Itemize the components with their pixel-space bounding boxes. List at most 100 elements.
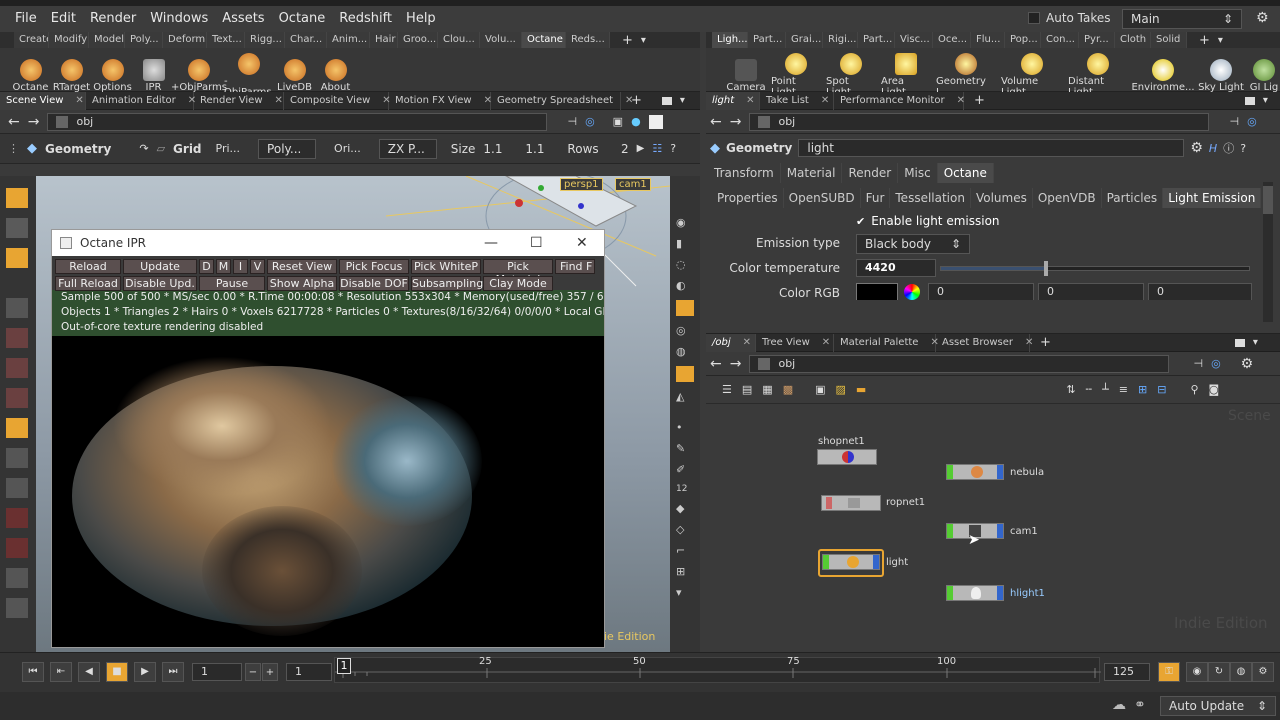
shelf-tab-volume[interactable]: Volu... xyxy=(480,32,522,48)
tab-properties[interactable]: Properties xyxy=(712,188,784,208)
timeline-ruler[interactable]: 1 25 50 75 100 xyxy=(334,656,1101,683)
draw-icon[interactable]: ✎ xyxy=(676,442,694,455)
start-frame-field[interactable]: 1 xyxy=(286,663,332,681)
tool-options[interactable]: Options xyxy=(92,56,133,93)
render-flag-icon[interactable] xyxy=(997,465,1003,479)
close-icon[interactable]: ✕ xyxy=(275,92,283,110)
pane-menu-icon[interactable]: ▾ xyxy=(1253,337,1258,348)
menu-render[interactable]: Render xyxy=(83,6,143,32)
tool-gi-light[interactable]: GI Lig xyxy=(1249,56,1279,93)
node-ropnet[interactable] xyxy=(821,495,881,511)
tab-render[interactable]: Render xyxy=(842,163,899,183)
sphere-icon[interactable]: ● xyxy=(631,115,641,128)
align-icon[interactable]: ⇅ xyxy=(1066,383,1075,396)
shelf-tab-pyro[interactable]: Pyr... xyxy=(1079,32,1115,48)
tab-render-view[interactable]: Render View ✕ xyxy=(194,91,284,110)
shelf-tab-redshift[interactable]: Reds... xyxy=(566,32,610,48)
rows-field[interactable]: 2 xyxy=(607,142,629,156)
rotate-tool-icon[interactable] xyxy=(6,358,28,378)
size-x-field[interactable]: 1.1 xyxy=(483,142,517,156)
close-icon[interactable]: ✕ xyxy=(957,92,965,110)
slider-handle[interactable] xyxy=(1043,261,1048,276)
light-display-icon[interactable]: ◌ xyxy=(676,258,694,271)
play-reverse-icon[interactable]: ◀ xyxy=(78,662,100,682)
cloud-icon[interactable]: ☁ xyxy=(1112,697,1126,713)
key-icon[interactable]: ⚿ xyxy=(1158,662,1180,682)
background-swatch-icon[interactable] xyxy=(648,114,663,129)
tool-environment-light[interactable]: Environme... xyxy=(1131,56,1195,93)
play-icon[interactable]: ▶ xyxy=(134,662,156,682)
prev-key-icon[interactable]: ⇤ xyxy=(50,662,72,682)
checkmark-icon[interactable]: ✔ xyxy=(856,215,865,228)
tab-opensubd[interactable]: OpenSUBD xyxy=(783,188,861,208)
back-icon[interactable]: ← xyxy=(710,356,722,372)
close-icon[interactable]: ✕ xyxy=(743,334,751,352)
display-flag-icon[interactable] xyxy=(947,586,953,600)
reload-button[interactable]: Reload xyxy=(55,259,121,274)
add-tab-icon[interactable]: + xyxy=(1040,335,1051,350)
clay-mode-button[interactable]: Clay Mode xyxy=(483,276,553,291)
pin-icon[interactable]: ⊣ xyxy=(567,115,577,128)
tool-camera[interactable]: Camera xyxy=(726,56,766,93)
tab-performance-monitor[interactable]: Performance Monitor ✕ xyxy=(834,91,965,110)
shelf-tab-container[interactable]: Con... xyxy=(1041,32,1079,48)
pick-material-button[interactable]: Pick Material xyxy=(483,259,553,286)
link-icon[interactable]: ◎ xyxy=(585,115,595,128)
ipr-render-image[interactable] xyxy=(52,336,604,647)
shelf-right-add-icon[interactable]: + xyxy=(1199,33,1210,48)
menu-octane[interactable]: Octane xyxy=(272,6,333,32)
jump-start-icon[interactable]: ⏮ xyxy=(22,662,44,682)
close-icon[interactable]: ✕ xyxy=(821,92,829,110)
snap-tool-icon[interactable] xyxy=(6,448,28,468)
primitive-type-select[interactable]: Poly... xyxy=(258,138,317,159)
shelf-tab-particles[interactable]: Part... xyxy=(748,32,786,48)
back-icon[interactable]: ← xyxy=(710,114,722,130)
tab-transform[interactable]: Transform xyxy=(708,163,781,183)
camera-frame-icon[interactable]: ◙ xyxy=(1209,383,1220,396)
menu-edit[interactable]: Edit xyxy=(44,6,83,32)
forward-icon[interactable]: → xyxy=(730,356,742,372)
toolbar-options-icon[interactable]: ☷ xyxy=(652,142,662,155)
lighting-toggle-icon[interactable] xyxy=(676,300,694,316)
timeline-settings-icon[interactable]: ⚙ xyxy=(1252,662,1274,682)
details-icon[interactable]: ▦ xyxy=(762,383,772,396)
shelf-tab-part-fluid[interactable]: Part... xyxy=(858,32,895,48)
help-icon[interactable]: ? xyxy=(1240,142,1246,155)
scale-tool-icon[interactable] xyxy=(6,388,28,408)
frame-increment-icon[interactable]: + xyxy=(262,663,278,681)
render-flag-icon[interactable] xyxy=(997,524,1003,538)
color-temperature-slider[interactable] xyxy=(940,261,1250,276)
size-y-field[interactable]: 1.1 xyxy=(525,142,559,156)
tab-take-list[interactable]: Take List ✕ xyxy=(760,91,834,110)
close-icon[interactable]: ✕ xyxy=(822,334,830,352)
end-frame-field[interactable]: 125 xyxy=(1104,663,1150,681)
camera-view-icon[interactable]: ◭ xyxy=(676,390,694,403)
stack-layout-icon[interactable]: ≡ xyxy=(1119,383,1128,396)
magnet-tool-icon[interactable] xyxy=(6,508,28,528)
shelf-tab-modify[interactable]: Modify xyxy=(49,32,89,48)
maximize-pane-icon[interactable] xyxy=(1234,338,1245,347)
forward-icon[interactable]: → xyxy=(730,114,742,130)
pane-menu-icon[interactable]: ▾ xyxy=(680,95,685,106)
tab-tree-view[interactable]: Tree View ✕ xyxy=(756,333,834,352)
desktop-select[interactable]: Main ⇕ xyxy=(1122,9,1242,29)
corner-icon[interactable]: ⌐ xyxy=(676,544,694,557)
menu-file[interactable]: File xyxy=(8,6,44,32)
pose-tool-icon[interactable] xyxy=(6,418,28,438)
shelf-tab-grains[interactable]: Grai... xyxy=(786,32,823,48)
rows-arrow-icon[interactable]: ▶ xyxy=(637,143,645,154)
shading-icon[interactable]: ◐ xyxy=(676,279,694,292)
select-tool-icon[interactable] xyxy=(6,188,28,208)
loop-icon[interactable]: ↻ xyxy=(1208,662,1230,682)
grid-snap-icon[interactable]: ⊞ xyxy=(676,565,694,578)
tree-list-icon[interactable]: ☰ xyxy=(722,383,732,396)
tab-scene-view[interactable]: Scene View ✕ xyxy=(0,91,86,110)
tab-material-palette[interactable]: Material Palette ✕ xyxy=(834,333,939,352)
pick-whitepoint-button[interactable]: Pick WhiteP xyxy=(411,259,481,274)
shelf-tab-groom[interactable]: Groo... xyxy=(398,32,438,48)
move-tool-icon[interactable] xyxy=(6,328,28,348)
cube-icon[interactable]: ▣ xyxy=(613,115,623,128)
tree-layout-icon[interactable]: ┴ xyxy=(1102,383,1109,396)
shelf-tab-rigg[interactable]: Rigg... xyxy=(245,32,285,48)
shelf-tab-hair[interactable]: Hair xyxy=(370,32,398,48)
